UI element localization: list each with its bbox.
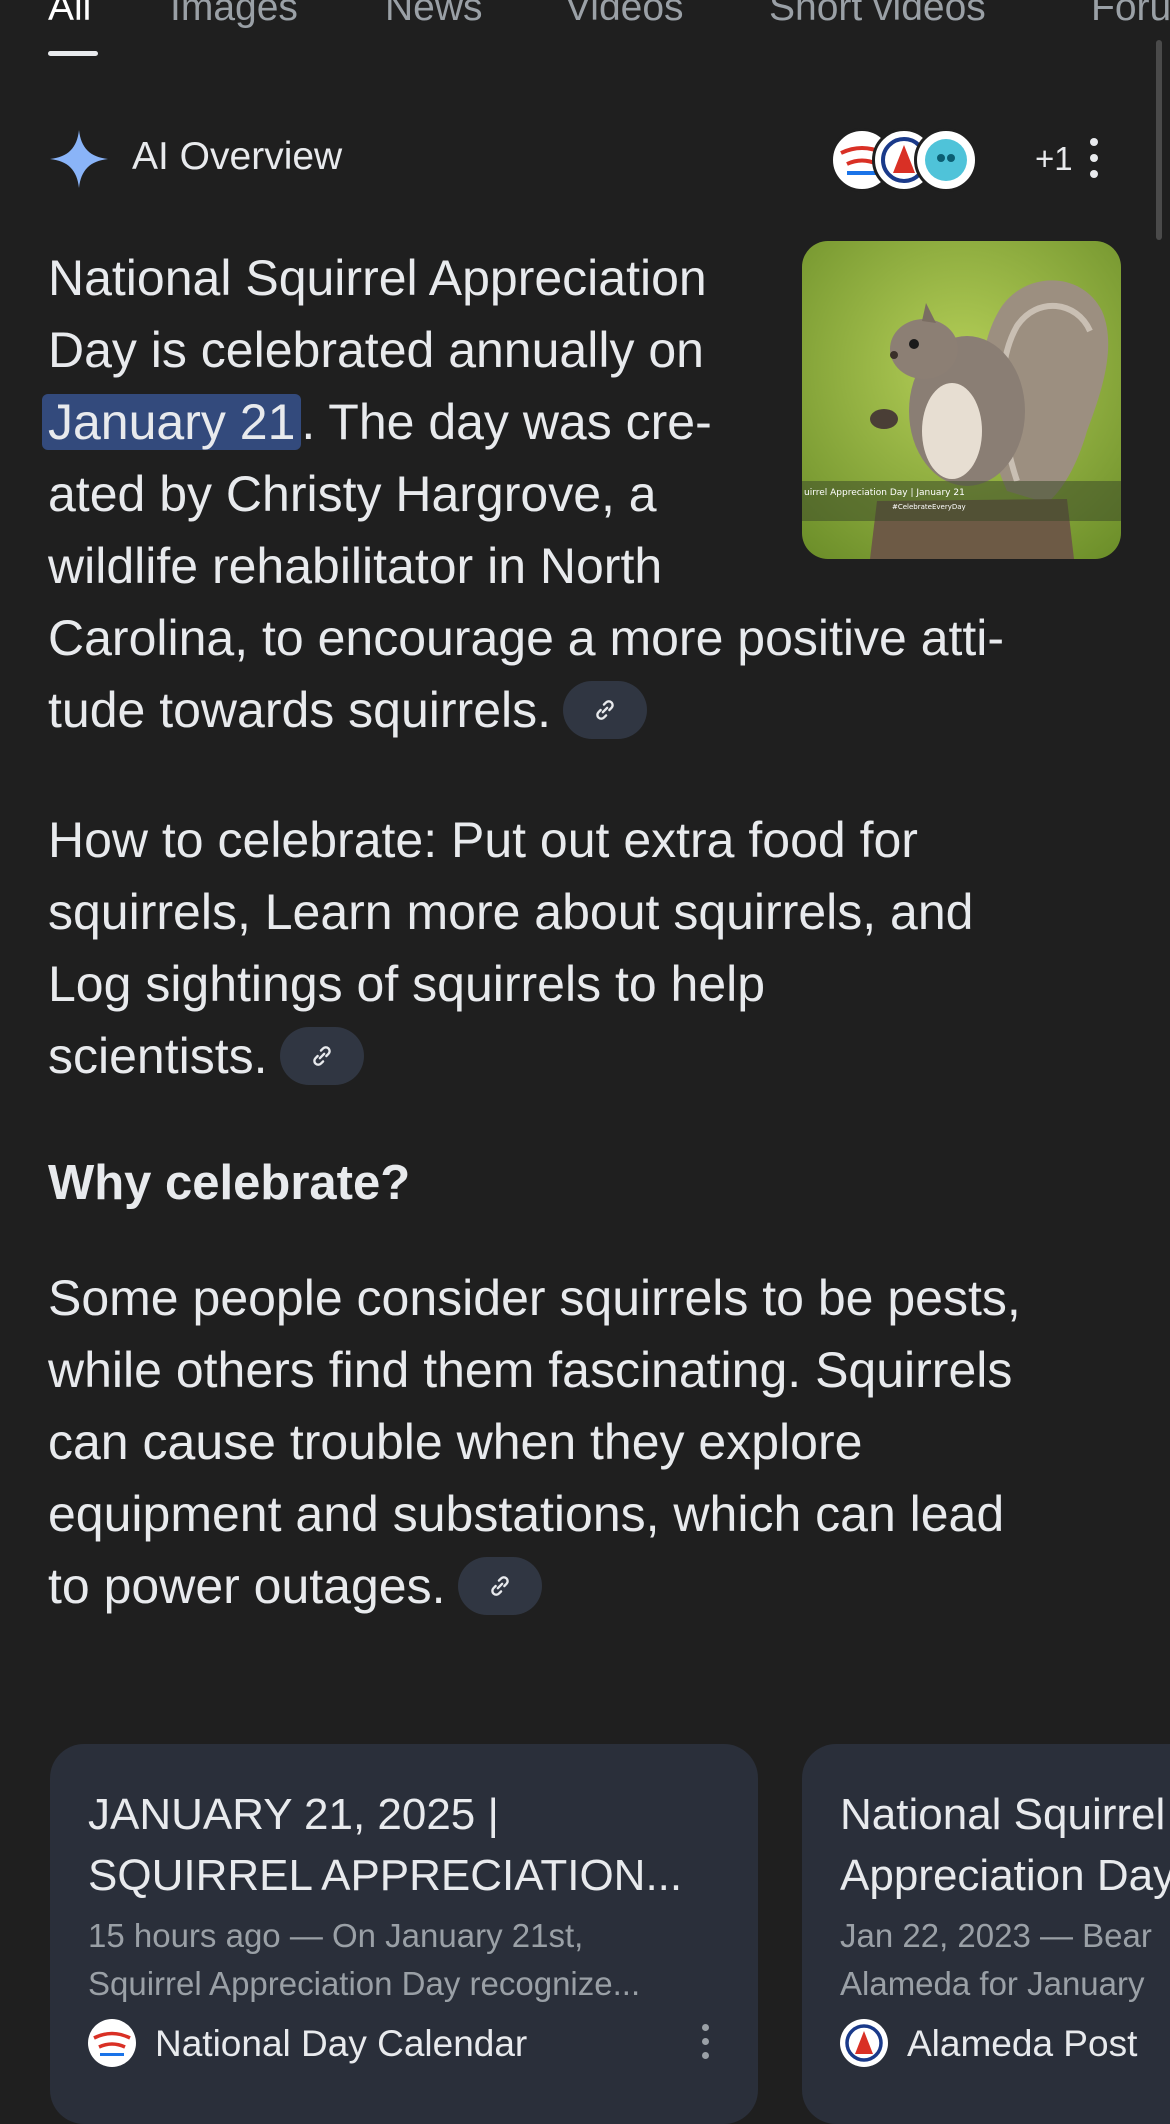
text-line: scientists. [48, 1020, 973, 1092]
tab-videos[interactable]: Videos [565, 0, 684, 30]
scrollbar[interactable] [1156, 40, 1162, 240]
citation-link-button[interactable] [279, 1026, 364, 1085]
wildlife-logo-icon [914, 128, 978, 192]
card-title-line: Appreciation Day [840, 1851, 1170, 1900]
card-title-line: SQUIRREL APPRECIATION... [88, 1851, 683, 1900]
card-snippet: 15 hours ago — On January 21st, Squirrel… [88, 1912, 640, 2008]
search-tabs: All Images News Videos Short videos Foru… [0, 0, 1170, 60]
card-snippet-line: 15 hours ago — On January 21st, [88, 1917, 584, 1954]
citation-link-button[interactable] [457, 1556, 542, 1615]
card-title-line: JANUARY 21, 2025 | [88, 1790, 499, 1839]
text-line: can cause trouble when they explore [48, 1414, 863, 1470]
card-snippet: Jan 22, 2023 — Bear Alameda for January [840, 1912, 1152, 2008]
card-title: JANUARY 21, 2025 | SQUIRREL APPRECIATION… [88, 1784, 682, 1906]
text-line: equipment and substations, which can lea… [48, 1486, 1005, 1542]
sparkle-icon [50, 130, 108, 188]
text-fragment: to power outages. [48, 1558, 446, 1614]
text-fragment: scientists. [48, 1028, 268, 1084]
source-card[interactable]: National Squirrel Appreciation Day Jan 2… [802, 1744, 1170, 2124]
more-options-icon[interactable] [1088, 138, 1100, 182]
link-icon [312, 1045, 331, 1066]
card-snippet-line: Squirrel Appreciation Day recognize... [88, 1965, 641, 2002]
source-card[interactable]: JANUARY 21, 2025 | SQUIRREL APPRECIATION… [50, 1744, 758, 2124]
text-line: wildlife rehabilitator in North [48, 538, 663, 594]
card-more-options-icon[interactable] [700, 2024, 710, 2064]
card-source-name: National Day Calendar [155, 2023, 528, 2064]
card-snippet-line: Jan 22, 2023 — Bear [840, 1917, 1152, 1954]
ai-overview-title: AI Overview [132, 135, 343, 178]
text-line: squirrels, Learn more about squirrels, a… [48, 884, 974, 940]
text-fragment: . The day was cre- [301, 394, 712, 450]
highlighted-date: January 21 [42, 394, 302, 450]
ai-overview-header: AI Overview +1 [48, 128, 1128, 192]
text-line: to power outages. [48, 1550, 1021, 1622]
overview-paragraph-3: Some people consider squirrels to be pes… [48, 1262, 1021, 1622]
link-icon [596, 699, 614, 720]
overview-paragraph-2: How to celebrate: Put out extra food for… [48, 804, 973, 1092]
alameda-logo-icon [840, 2019, 888, 2067]
tab-short-videos[interactable]: Short videos [769, 0, 986, 30]
card-source-name: Alameda Post [907, 2023, 1138, 2064]
tab-active-indicator [48, 51, 98, 56]
text-line: Day is celebrated annually on [48, 322, 704, 378]
text-line: January 21. The day was cre- [42, 386, 1004, 458]
card-title-line: National Squirrel [840, 1790, 1166, 1839]
section-heading: Why celebrate? [48, 1156, 411, 1210]
link-icon [490, 1575, 509, 1596]
text-line: National Squirrel Appreciation [48, 250, 707, 306]
text-fragment: tude towards squirrels. [48, 682, 552, 738]
text-line: Carolina, to encourage a more positive a… [48, 610, 1005, 666]
text-line: ated by Christy Hargrove, a [48, 466, 657, 522]
text-line: while others find them fascinating. Squi… [48, 1342, 1013, 1398]
text-line: Log sightings of squirrels to help [48, 956, 766, 1012]
text-line: tude towards squirrels. [48, 674, 1004, 746]
card-title: National Squirrel Appreciation Day [840, 1784, 1170, 1906]
tab-all[interactable]: All [48, 0, 91, 30]
tab-forums[interactable]: Forums [1091, 0, 1170, 30]
more-sources-count: +1 [1035, 140, 1073, 177]
card-snippet-line: Alameda for January [840, 1965, 1145, 2002]
overview-paragraph-1: National Squirrel Appreciation Day is ce… [42, 242, 1005, 746]
source-avatars[interactable]: +1 [830, 128, 1073, 192]
text-line: How to celebrate: Put out extra food for [48, 812, 918, 868]
national-day-logo-icon [88, 2019, 136, 2067]
citation-link-button[interactable] [563, 680, 648, 739]
tab-news[interactable]: News [385, 0, 483, 30]
tab-images[interactable]: Images [170, 0, 298, 30]
text-line: Some people consider squirrels to be pes… [48, 1270, 1021, 1326]
